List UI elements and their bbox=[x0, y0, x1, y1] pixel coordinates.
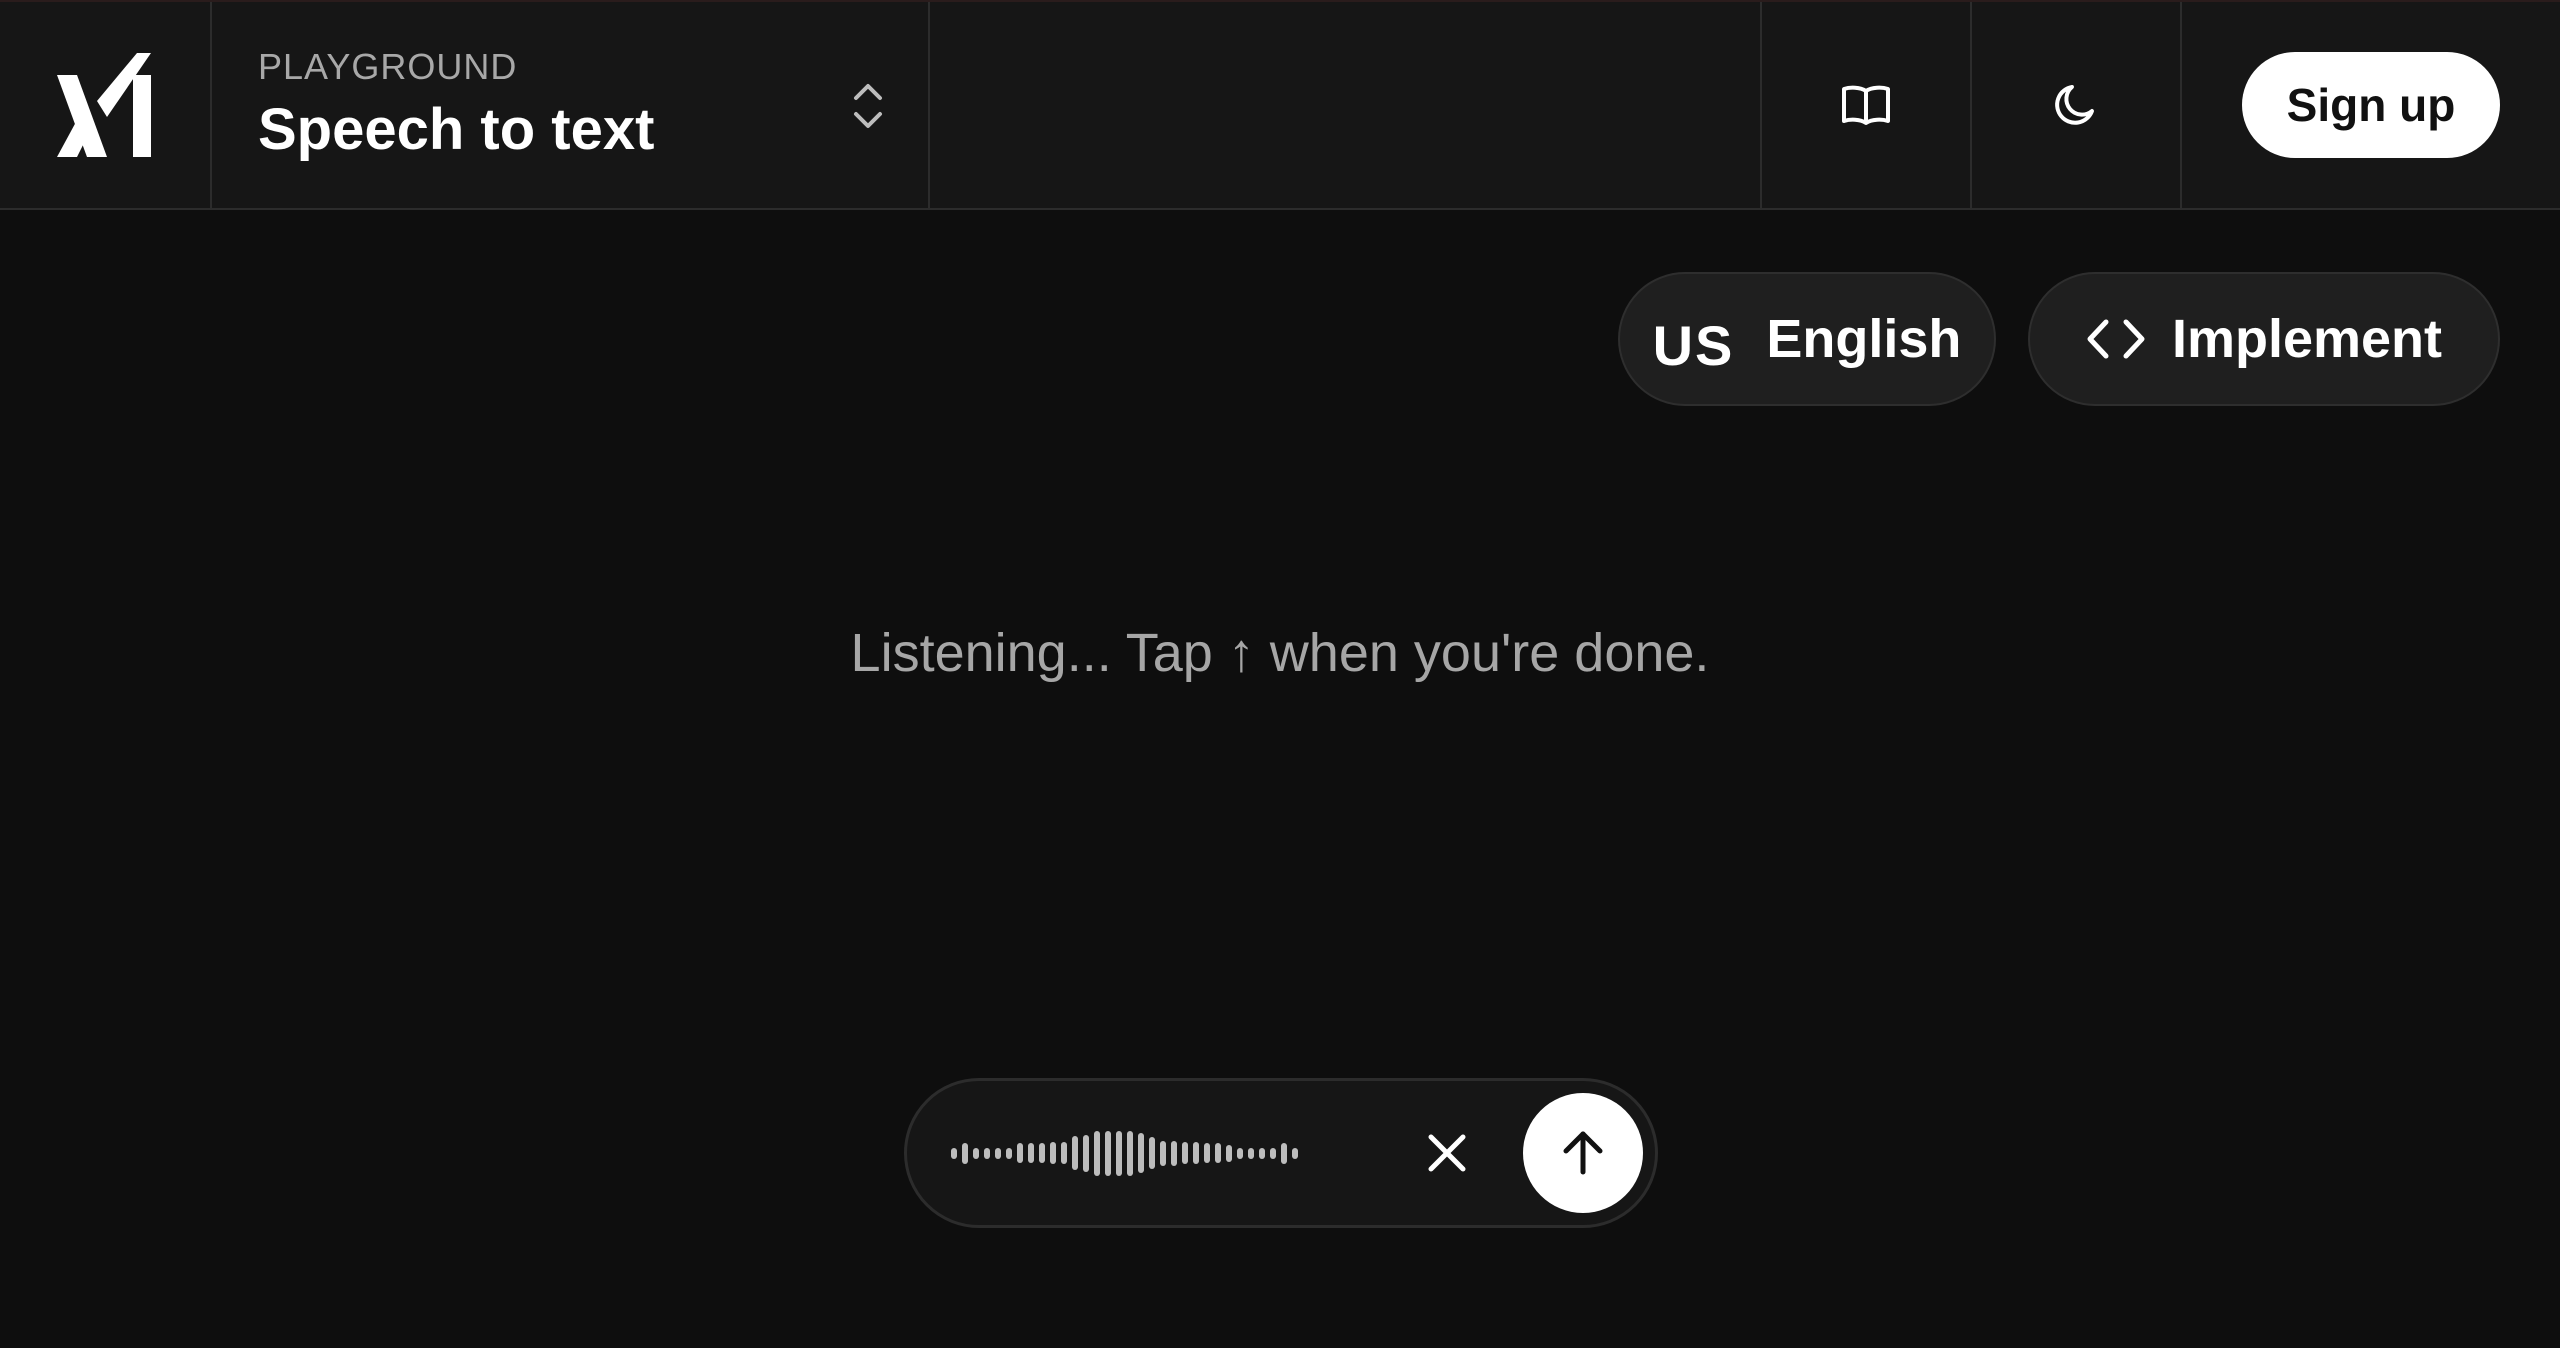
waveform-icon bbox=[951, 1081, 1351, 1225]
language-selector-button[interactable]: US English bbox=[1618, 272, 1996, 406]
language-code: US bbox=[1652, 313, 1735, 377]
waveform-bar bbox=[1204, 1143, 1210, 1163]
mode-title: Speech to text bbox=[258, 97, 655, 162]
moon-icon bbox=[2055, 85, 2094, 125]
recording-control-bar bbox=[904, 1078, 1658, 1228]
waveform-bar bbox=[1105, 1130, 1111, 1176]
implement-button[interactable]: Implement bbox=[2028, 272, 2500, 406]
waveform-bar bbox=[1270, 1147, 1276, 1159]
book-icon bbox=[1842, 85, 1890, 125]
waveform-bar bbox=[1072, 1136, 1078, 1170]
xai-logo-icon bbox=[57, 53, 151, 157]
code-icon bbox=[2087, 319, 2145, 359]
logo-link[interactable] bbox=[0, 2, 210, 208]
waveform-bar bbox=[1281, 1142, 1287, 1164]
close-icon[interactable] bbox=[1421, 1127, 1473, 1179]
theme-toggle-button[interactable] bbox=[1972, 2, 2180, 208]
docs-button[interactable] bbox=[1762, 2, 1970, 208]
waveform-bar bbox=[995, 1147, 1001, 1159]
mode-selector[interactable]: PLAYGROUND Speech to text bbox=[212, 2, 928, 208]
waveform-bar bbox=[1138, 1133, 1144, 1173]
waveform-bar bbox=[984, 1147, 990, 1159]
waveform-bar bbox=[1193, 1142, 1199, 1164]
waveform-bar bbox=[1061, 1142, 1067, 1164]
header-divider bbox=[928, 2, 930, 208]
waveform-bar bbox=[1149, 1137, 1155, 1169]
listening-status-text: Listening... Tap ↑ when you're done. bbox=[850, 623, 1710, 683]
waveform-bar bbox=[1215, 1143, 1221, 1163]
mode-label: PLAYGROUND bbox=[258, 46, 518, 87]
waveform-bar bbox=[1237, 1147, 1243, 1159]
waveform-bar bbox=[1050, 1142, 1056, 1164]
waveform-bar bbox=[1160, 1140, 1166, 1166]
waveform-bar bbox=[1259, 1147, 1265, 1159]
arrow-up-icon bbox=[1563, 1131, 1603, 1175]
submit-recording-button[interactable] bbox=[1523, 1093, 1643, 1213]
chevron-up-down-icon bbox=[854, 84, 882, 128]
waveform-bar bbox=[1017, 1143, 1023, 1163]
waveform-bar bbox=[1171, 1140, 1177, 1166]
top-bar: PLAYGROUND Speech to text Sign up bbox=[0, 2, 2560, 210]
waveform-bar bbox=[1292, 1147, 1298, 1159]
waveform-bar bbox=[1248, 1147, 1254, 1159]
waveform-bar bbox=[1094, 1130, 1100, 1176]
sign-up-button[interactable]: Sign up bbox=[2242, 52, 2500, 158]
waveform-bar bbox=[1182, 1142, 1188, 1164]
waveform-bar bbox=[951, 1147, 957, 1159]
language-label: English bbox=[1766, 309, 1962, 369]
waveform-bar bbox=[1226, 1144, 1232, 1162]
waveform-bar bbox=[1006, 1147, 1012, 1159]
header-divider bbox=[2180, 2, 2182, 208]
waveform-bar bbox=[1083, 1134, 1089, 1172]
implement-label: Implement bbox=[2171, 309, 2443, 369]
waveform-bar bbox=[1028, 1143, 1034, 1163]
waveform-bar bbox=[973, 1147, 979, 1159]
waveform-bar bbox=[1039, 1143, 1045, 1163]
waveform-bar bbox=[1116, 1130, 1122, 1176]
waveform-bar bbox=[962, 1142, 968, 1164]
waveform-bar bbox=[1127, 1130, 1133, 1176]
